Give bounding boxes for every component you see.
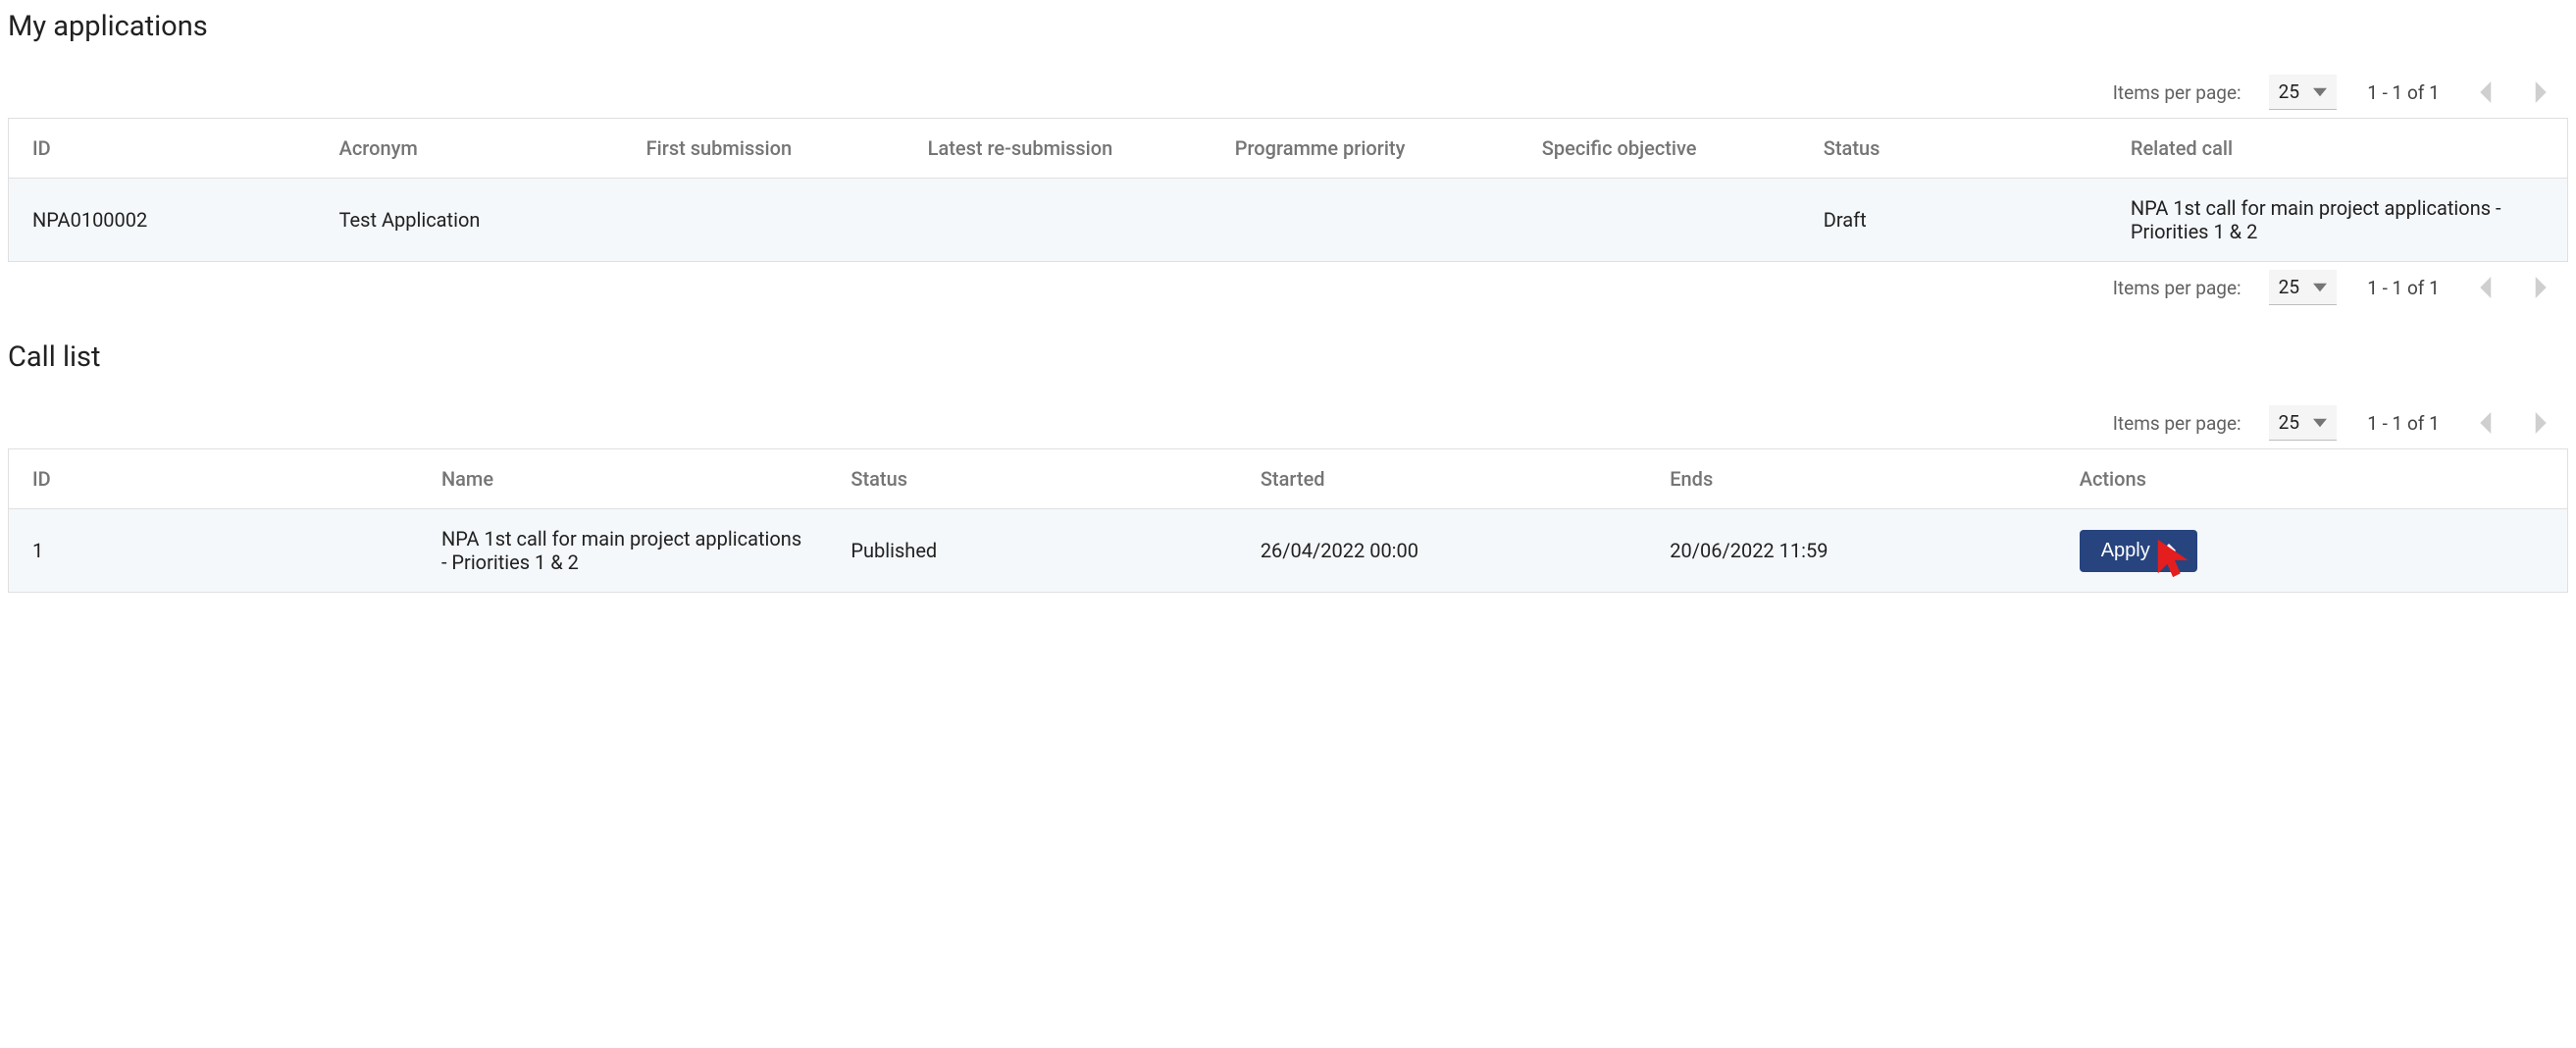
page-range: 1 - 1 of 1	[2364, 81, 2443, 104]
calls-title: Call list	[8, 341, 2568, 374]
page-size-value: 25	[2279, 411, 2299, 434]
page-range: 1 - 1 of 1	[2364, 412, 2443, 435]
table-row[interactable]: 1 NPA 1st call for main project applicat…	[9, 509, 2568, 593]
page-size-select[interactable]: 25	[2269, 75, 2337, 110]
cell-status: Draft	[1800, 179, 2107, 262]
table-header-row: ID Name Status Started Ends Actions	[9, 449, 2568, 509]
cell-actions: Apply	[2056, 509, 2568, 593]
page-size-select[interactable]: 25	[2269, 405, 2337, 441]
table-header-row: ID Acronym First submission Latest re-su…	[9, 119, 2568, 179]
cell-related-call: NPA 1st call for main project applicatio…	[2107, 179, 2568, 262]
cell-programme-priority	[1211, 179, 1519, 262]
chevron-right-icon	[2535, 412, 2549, 434]
page-size-value: 25	[2279, 80, 2299, 103]
chevron-left-icon	[2478, 277, 2492, 298]
col-status[interactable]: Status	[1800, 119, 2107, 179]
col-latest-resubmission[interactable]: Latest re-submission	[904, 119, 1211, 179]
col-acronym[interactable]: Acronym	[316, 119, 623, 179]
calls-table: ID Name Status Started Ends Actions 1 NP…	[8, 448, 2568, 593]
apply-button-label: Apply	[2101, 540, 2150, 562]
next-page-button[interactable]	[2527, 273, 2556, 302]
cell-started: 26/04/2022 00:00	[1237, 509, 1646, 593]
col-related-call[interactable]: Related call	[2107, 119, 2568, 179]
arrow-right-icon	[2160, 544, 2176, 557]
col-started[interactable]: Started	[1237, 449, 1646, 509]
items-per-page-label: Items per page:	[2113, 277, 2241, 299]
cell-latest-resubmission	[904, 179, 1211, 262]
chevron-right-icon	[2535, 277, 2549, 298]
col-status[interactable]: Status	[827, 449, 1236, 509]
cell-status: Published	[827, 509, 1236, 593]
chevron-right-icon	[2535, 81, 2549, 103]
col-id[interactable]: ID	[9, 449, 418, 509]
cell-first-submission	[623, 179, 904, 262]
col-actions: Actions	[2056, 449, 2568, 509]
prev-page-button[interactable]	[2470, 408, 2499, 438]
page-size-value: 25	[2279, 276, 2299, 298]
cell-acronym: Test Application	[316, 179, 623, 262]
apply-button[interactable]: Apply	[2080, 530, 2197, 572]
chevron-down-icon	[2313, 283, 2327, 292]
prev-page-button[interactable]	[2470, 273, 2499, 302]
page-size-select[interactable]: 25	[2269, 270, 2337, 305]
applications-table: ID Acronym First submission Latest re-su…	[8, 118, 2568, 262]
cell-specific-objective	[1519, 179, 1800, 262]
cell-name: NPA 1st call for main project applicatio…	[418, 509, 827, 593]
chevron-left-icon	[2478, 81, 2492, 103]
col-ends[interactable]: Ends	[1646, 449, 2055, 509]
next-page-button[interactable]	[2527, 78, 2556, 107]
cell-id: NPA0100002	[9, 179, 316, 262]
applications-paginator-top: Items per page: 25 1 - 1 of 1	[8, 67, 2568, 118]
cell-id: 1	[9, 509, 418, 593]
calls-paginator-top: Items per page: 25 1 - 1 of 1	[8, 397, 2568, 448]
chevron-down-icon	[2313, 87, 2327, 97]
chevron-down-icon	[2313, 418, 2327, 428]
chevron-left-icon	[2478, 412, 2492, 434]
next-page-button[interactable]	[2527, 408, 2556, 438]
page-range: 1 - 1 of 1	[2364, 277, 2443, 299]
items-per-page-label: Items per page:	[2113, 81, 2241, 104]
col-specific-objective[interactable]: Specific objective	[1519, 119, 1800, 179]
cell-ends: 20/06/2022 11:59	[1646, 509, 2055, 593]
table-row[interactable]: NPA0100002 Test Application Draft NPA 1s…	[9, 179, 2568, 262]
col-first-submission[interactable]: First submission	[623, 119, 904, 179]
col-programme-priority[interactable]: Programme priority	[1211, 119, 1519, 179]
applications-title: My applications	[8, 10, 2568, 43]
col-name[interactable]: Name	[418, 449, 827, 509]
prev-page-button[interactable]	[2470, 78, 2499, 107]
applications-paginator-bottom: Items per page: 25 1 - 1 of 1	[8, 262, 2568, 313]
items-per-page-label: Items per page:	[2113, 412, 2241, 435]
col-id[interactable]: ID	[9, 119, 316, 179]
